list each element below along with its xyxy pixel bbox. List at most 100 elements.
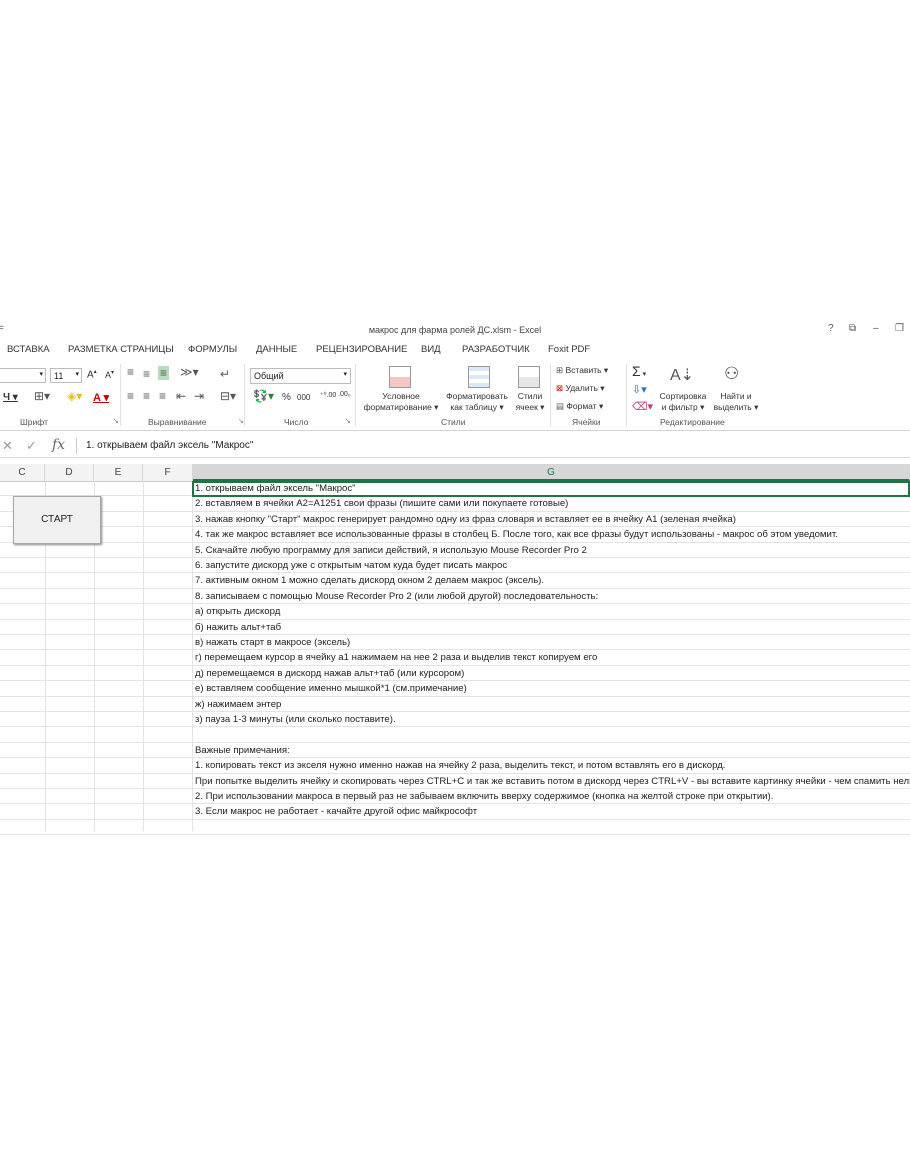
fill-color-icon[interactable]: ◈▾ bbox=[67, 389, 82, 403]
excel-window: = макрос для фарма ролей ДС.xlsm - Excel… bbox=[0, 318, 910, 838]
cell-g[interactable]: 1. копировать текст из экселя нужно имен… bbox=[195, 758, 725, 773]
decrease-indent-icon[interactable]: ⇤ bbox=[176, 389, 186, 403]
shrink-font-icon[interactable]: A▾ bbox=[105, 369, 114, 380]
autosum-icon[interactable]: Σ ▾ bbox=[632, 363, 646, 379]
cell-g[interactable]: г) перемещаем курсор в ячейку а1 нажимае… bbox=[195, 650, 597, 665]
cell-g[interactable]: в) нажать старт в макросе (эксель) bbox=[195, 635, 350, 650]
align-left-icon[interactable]: ≡ bbox=[127, 389, 134, 403]
cell-g[interactable]: 7. активным окном 1 можно сделать дискор… bbox=[195, 573, 544, 588]
clear-icon[interactable]: ⌫▾ bbox=[632, 400, 653, 413]
find-select-line2: выделить ▾ bbox=[713, 402, 759, 412]
borders-icon[interactable]: ⊞▾ bbox=[34, 389, 50, 403]
column-header-d[interactable]: D bbox=[45, 464, 94, 481]
column-header-g[interactable]: G bbox=[193, 464, 910, 481]
font-dialog-launcher-icon[interactable]: ↘ bbox=[113, 417, 119, 425]
orientation-icon[interactable]: ≫▾ bbox=[180, 365, 199, 379]
table-row: 6. запустите дискорд уже с открытым чато… bbox=[0, 558, 910, 574]
increase-decimal-icon[interactable]: ⁺⁰.00 bbox=[320, 391, 336, 399]
increase-indent-icon[interactable]: ⇥ bbox=[194, 389, 204, 403]
sort-filter-icon[interactable]: A⇣ bbox=[670, 365, 694, 385]
font-name-combo[interactable]: ▾ bbox=[0, 368, 46, 383]
start-macro-button[interactable]: СТАРТ bbox=[13, 496, 101, 544]
alignment-group-label: Выравнивание bbox=[148, 417, 207, 427]
insert-cells-button[interactable]: ⊞ Вставить ▾ bbox=[556, 365, 608, 376]
cell-g[interactable]: 8. записываем с помощью Mouse Recorder P… bbox=[195, 589, 598, 604]
cell-g[interactable]: 5. Скачайте любую программу для записи д… bbox=[195, 543, 587, 558]
font-color-icon[interactable]: A ▾ bbox=[93, 391, 109, 404]
tab-view[interactable]: ВИД bbox=[421, 344, 441, 355]
cell-g[interactable]: Важные примечания: bbox=[195, 743, 290, 758]
formula-bar: ✕ ✓ fx 1. открываем файл эксель "Макрос" bbox=[0, 435, 910, 458]
tab-page-layout[interactable]: РАЗМЕТКА СТРАНИЦЫ bbox=[68, 344, 174, 355]
active-cell-g1[interactable] bbox=[192, 481, 910, 497]
format-as-table-button[interactable]: Форматировать как таблицу ▾ bbox=[443, 391, 511, 413]
delete-cells-button[interactable]: ⊠ Удалить ▾ bbox=[556, 383, 605, 394]
table-row: 8. записываем с помощью Mouse Recorder P… bbox=[0, 589, 910, 605]
conditional-formatting-icon[interactable] bbox=[389, 366, 411, 388]
fill-icon[interactable]: ⇩▾ bbox=[632, 383, 647, 396]
sort-filter-button[interactable]: Сортировка и фильтр ▾ bbox=[652, 391, 714, 413]
table-row: 1. копировать текст из экселя нужно имен… bbox=[0, 758, 910, 774]
sort-filter-line2: и фильтр ▾ bbox=[661, 402, 705, 412]
tab-developer[interactable]: РАЗРАБОТЧИК bbox=[462, 344, 530, 355]
font-size-combo[interactable]: 11 ▾ bbox=[50, 368, 82, 383]
table-row bbox=[0, 820, 910, 836]
thousands-icon[interactable]: 000 bbox=[297, 393, 310, 402]
cell-styles-icon[interactable] bbox=[518, 366, 540, 388]
underline-icon[interactable]: Ч ▾ bbox=[3, 392, 18, 403]
cell-g[interactable]: ж) нажимаем энтер bbox=[195, 697, 281, 712]
cell-g[interactable]: е) вставляем сообщение именно мышкой*1 (… bbox=[195, 681, 467, 696]
restore-icon[interactable]: ❐ bbox=[895, 323, 904, 334]
tab-formulas[interactable]: ФОРМУЛЫ bbox=[188, 344, 237, 355]
cells-group-label: Ячейки bbox=[572, 417, 601, 427]
cell-g[interactable]: б) нажить альт+таб bbox=[195, 620, 281, 635]
enter-formula-icon[interactable]: ✓ bbox=[26, 438, 37, 454]
tab-insert[interactable]: ВСТАВКА bbox=[7, 344, 50, 355]
tab-review[interactable]: РЕЦЕНЗИРОВАНИЕ bbox=[316, 344, 407, 355]
font-size-value: 11 bbox=[54, 371, 64, 381]
align-top-icon[interactable]: ≡ bbox=[127, 365, 134, 379]
cell-g[interactable]: 4. так же макрос вставляет все использов… bbox=[195, 527, 838, 542]
tab-foxit-pdf[interactable]: Foxit PDF bbox=[548, 344, 590, 355]
percent-icon[interactable]: % bbox=[282, 392, 291, 403]
cell-g[interactable]: а) открыть дискорд bbox=[195, 604, 280, 619]
cancel-formula-icon[interactable]: ✕ bbox=[2, 438, 13, 454]
grow-font-icon[interactable]: A▴ bbox=[87, 368, 97, 380]
insert-function-icon[interactable]: fx bbox=[52, 437, 65, 453]
cell-styles-button[interactable]: Стили ячеек ▾ bbox=[512, 391, 548, 413]
cell-g[interactable]: 2. При использовании макроса в первый ра… bbox=[195, 789, 773, 804]
align-center-icon[interactable]: ≡ bbox=[143, 389, 150, 403]
formula-input[interactable]: 1. открываем файл эксель "Макрос" bbox=[86, 440, 253, 451]
conditional-formatting-button[interactable]: Условное форматирование ▾ bbox=[359, 391, 443, 413]
format-as-table-icon[interactable] bbox=[468, 366, 490, 388]
help-icon[interactable]: ? bbox=[828, 323, 834, 334]
column-header-f[interactable]: F bbox=[143, 464, 193, 481]
decrease-decimal-icon[interactable]: .00₀ bbox=[338, 391, 351, 398]
ribbon-display-icon[interactable]: ⧉ bbox=[849, 323, 856, 334]
insert-cells-label: Вставить bbox=[565, 365, 602, 375]
delete-cells-label: Удалить bbox=[565, 383, 598, 393]
cell-g[interactable]: При попытке выделить ячейку и скопироват… bbox=[195, 774, 910, 789]
currency-icon[interactable]: 💱▾ bbox=[253, 389, 274, 403]
number-dialog-launcher-icon[interactable]: ↘ bbox=[345, 417, 351, 425]
tab-data[interactable]: ДАННЫЕ bbox=[256, 344, 297, 355]
wrap-text-icon[interactable]: ↵ bbox=[220, 367, 230, 381]
cell-g[interactable]: 3. нажав кнопку "Старт" макрос генерируе… bbox=[195, 512, 736, 527]
align-right-icon[interactable]: ≡ bbox=[159, 389, 166, 403]
find-select-button[interactable]: Найти и выделить ▾ bbox=[710, 391, 762, 413]
column-header-c[interactable]: C bbox=[0, 464, 45, 481]
cell-g[interactable]: 6. запустите дискорд уже с открытым чато… bbox=[195, 558, 507, 573]
merge-center-icon[interactable]: ⊟▾ bbox=[220, 389, 236, 403]
format-cells-button[interactable]: ▤ Формат ▾ bbox=[556, 401, 603, 412]
cell-g[interactable]: з) пауза 1-3 минуты (или сколько постави… bbox=[195, 712, 396, 727]
column-header-e[interactable]: E bbox=[94, 464, 143, 481]
align-middle-icon[interactable]: ≡ bbox=[143, 367, 150, 381]
align-bottom-icon[interactable]: ≡ bbox=[158, 366, 170, 380]
cell-g[interactable]: 3. Если макрос не работает - качайте дру… bbox=[195, 804, 477, 819]
alignment-dialog-launcher-icon[interactable]: ↘ bbox=[238, 417, 244, 425]
minimize-icon[interactable]: – bbox=[873, 323, 879, 334]
binoculars-icon[interactable]: ⚇ bbox=[724, 364, 739, 384]
cell-g[interactable]: 2. вставляем в ячейки A2=A1251 свои фраз… bbox=[195, 496, 568, 511]
cell-g[interactable]: д) перемещаемся в дискорд нажав альт+таб… bbox=[195, 666, 464, 681]
number-format-combo[interactable]: Общий ▾ bbox=[250, 368, 351, 384]
